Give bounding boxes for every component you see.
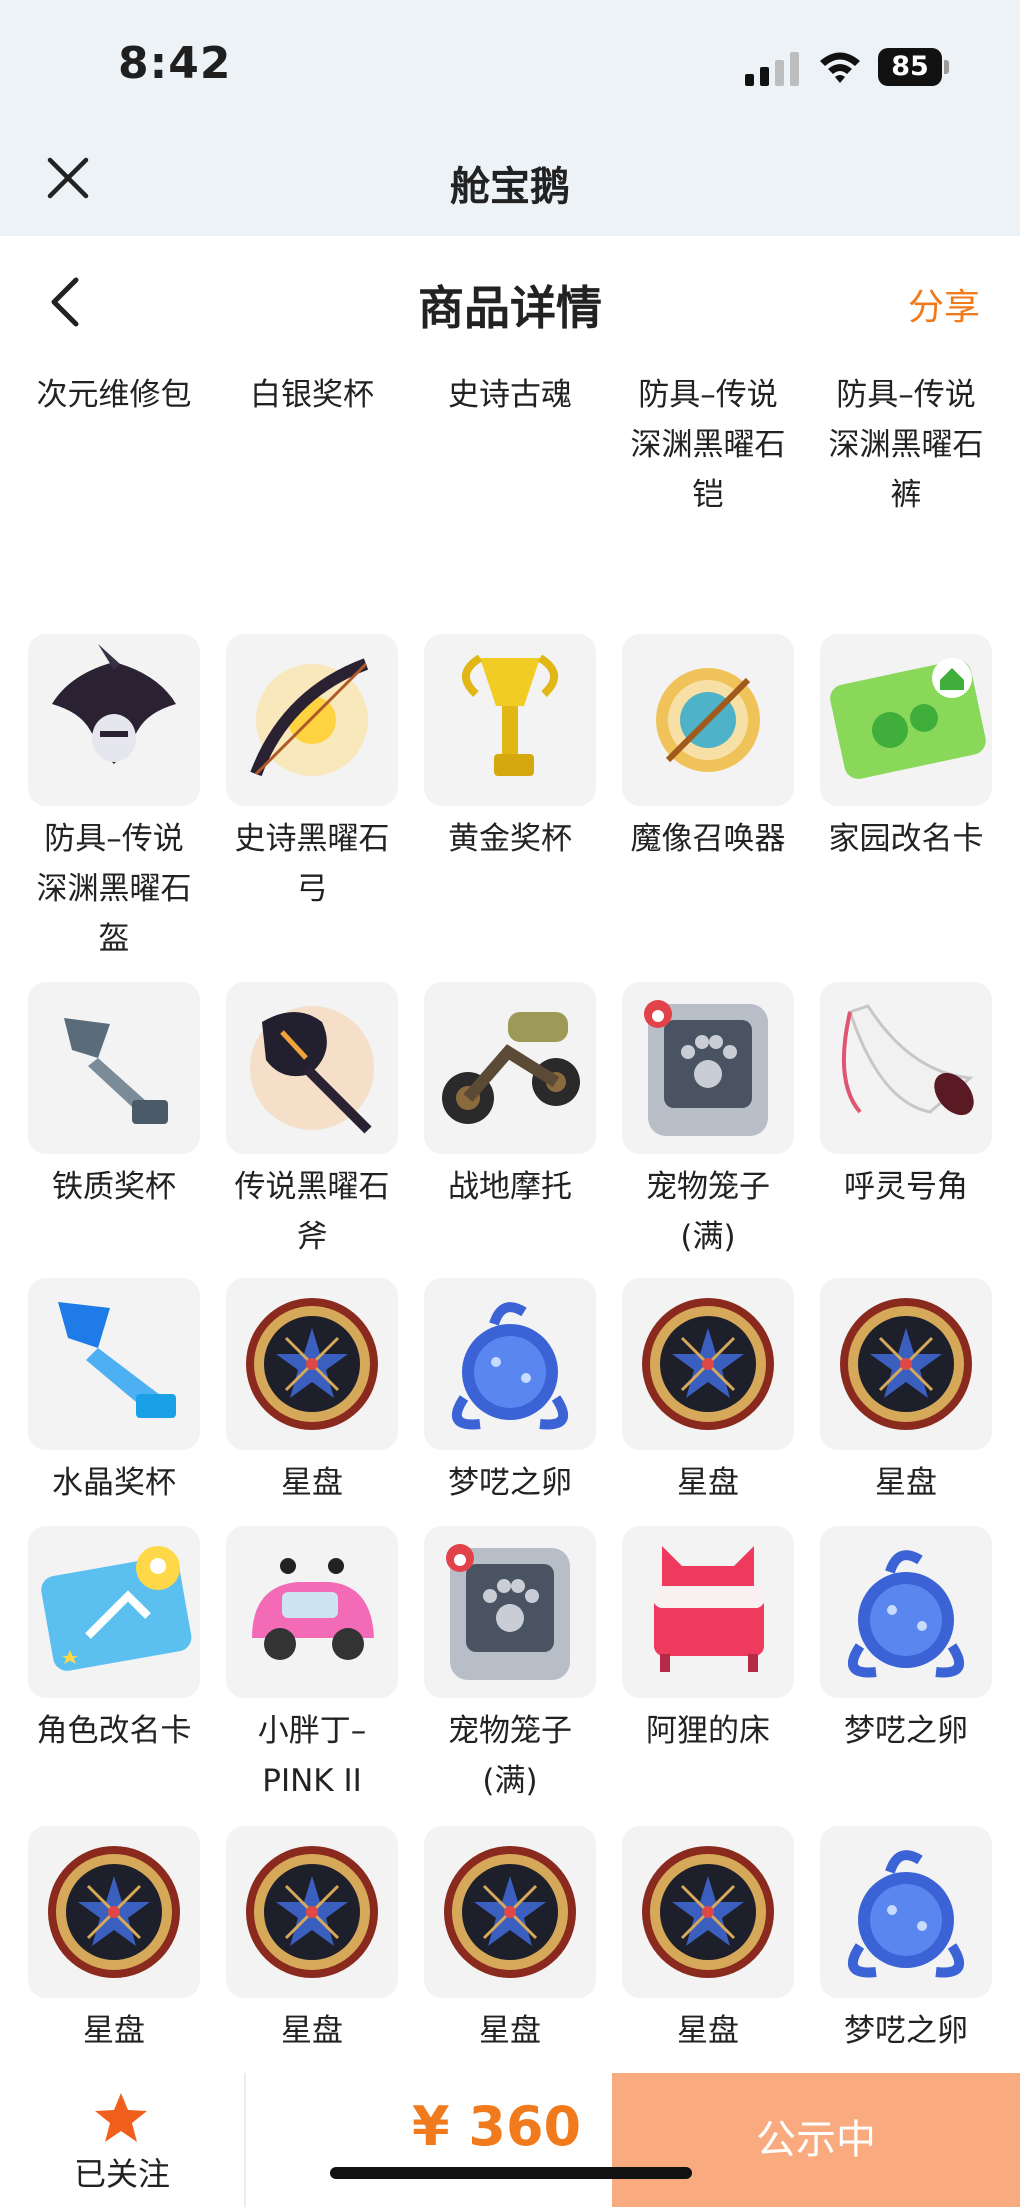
item-grid: 次元维修包 白银奖杯 史诗古魂 防具–传说 深渊黑曜石 铠防具–传说 深渊黑曜石 裤防… — [0, 366, 1020, 2073]
gold-trophy-icon — [424, 634, 596, 806]
fox-bed-icon — [622, 1526, 794, 1698]
obsidian-helmet-icon — [28, 634, 200, 806]
item-label: 星盘 — [83, 2013, 145, 2049]
home-rename-card-icon — [820, 634, 992, 806]
item-label: 黄金奖杯 — [448, 821, 572, 857]
battery-level: 85 — [878, 48, 942, 86]
item-label: 防具–传说 深渊黑曜石 裤 — [828, 377, 984, 513]
page-nav-bar: 商品详情 分享 — [0, 236, 1020, 366]
home-indicator — [330, 2167, 692, 2179]
horn-icon — [820, 982, 992, 1154]
item-label: 星盘 — [281, 1465, 343, 1501]
item-label: 星盘 — [677, 2013, 739, 2049]
item-label: 防具–传说 深渊黑曜石 盔 — [36, 821, 192, 957]
pet-cage-icon — [622, 982, 794, 1154]
status-time: 8:42 — [118, 38, 232, 89]
item-label: 战地摩托 — [448, 1169, 572, 1205]
item-label: 阿狸的床 — [646, 1713, 770, 1749]
role-rename-card-icon — [28, 1526, 200, 1698]
page-title: 商品详情 — [418, 281, 602, 335]
item-label: 次元维修包 — [36, 377, 192, 413]
app-title-bar: 舱宝鹅 — [0, 132, 1020, 236]
item-label: 史诗黑曜石 弓 — [234, 821, 390, 907]
follow-label: 已关注 — [73, 2155, 170, 2193]
battery-icon: 85 — [878, 48, 950, 86]
star-disk-icon — [820, 1278, 992, 1450]
wifi-icon — [820, 52, 860, 83]
item-label: 星盘 — [281, 2013, 343, 2049]
divider — [244, 2073, 246, 2207]
item-label: 水晶奖杯 — [52, 1465, 176, 1501]
pink-car-icon — [226, 1526, 398, 1698]
pet-cage-icon — [424, 1526, 596, 1698]
share-button[interactable]: 分享 — [908, 278, 980, 330]
iron-trophy-icon — [28, 982, 200, 1154]
star-disk-icon — [226, 1278, 398, 1450]
status-bar: 8:42 85 — [0, 0, 1020, 132]
item-label: 小胖丁– PINK II — [257, 1713, 367, 1799]
item-label: 宠物笼子 (满) — [646, 1169, 770, 1255]
dream-egg-icon — [424, 1278, 596, 1450]
golem-summoner-icon — [622, 634, 794, 806]
signal-icon — [745, 52, 799, 86]
crystal-trophy-icon — [28, 1278, 200, 1450]
item-label: 星盘 — [677, 1465, 739, 1501]
bottom-bar: 已关注 ¥ 360 公示中 — [0, 2073, 1020, 2207]
item-label: 白银奖杯 — [250, 377, 374, 413]
star-disk-icon — [28, 1826, 200, 1998]
item-label: 梦呓之卵 — [844, 1713, 968, 1749]
item-label: 防具–传说 深渊黑曜石 铠 — [630, 377, 786, 513]
follow-button[interactable]: 已关注 — [0, 2073, 244, 2207]
item-label: 角色改名卡 — [36, 1713, 192, 1749]
app-title: 舱宝鹅 — [450, 164, 570, 210]
motorbike-icon — [424, 982, 596, 1154]
star-icon — [95, 2093, 147, 2142]
item-label: 家园改名卡 — [828, 821, 984, 857]
star-disk-icon — [226, 1826, 398, 1998]
obsidian-axe-icon — [226, 982, 398, 1154]
star-disk-icon — [424, 1826, 596, 1998]
dream-egg-icon — [820, 1826, 992, 1998]
item-label: 星盘 — [479, 2013, 541, 2049]
item-label: 传说黑曜石 斧 — [234, 1169, 390, 1255]
star-disk-icon — [622, 1278, 794, 1450]
item-label: 星盘 — [875, 1465, 937, 1501]
star-disk-icon — [622, 1826, 794, 1998]
item-label: 宠物笼子 (满) — [448, 1713, 572, 1799]
item-label: 史诗古魂 — [448, 377, 572, 413]
item-label: 梦呓之卵 — [448, 1465, 572, 1501]
item-label: 呼灵号角 — [844, 1169, 968, 1205]
publicity-button[interactable]: 公示中 — [612, 2073, 1020, 2207]
price-value: ¥ 360 — [412, 2095, 582, 2158]
item-label: 梦呓之卵 — [844, 2013, 968, 2049]
obsidian-bow-icon — [226, 634, 398, 806]
item-label: 铁质奖杯 — [52, 1169, 176, 1205]
dream-egg-icon — [820, 1526, 992, 1698]
item-label: 魔像召唤器 — [630, 821, 786, 857]
